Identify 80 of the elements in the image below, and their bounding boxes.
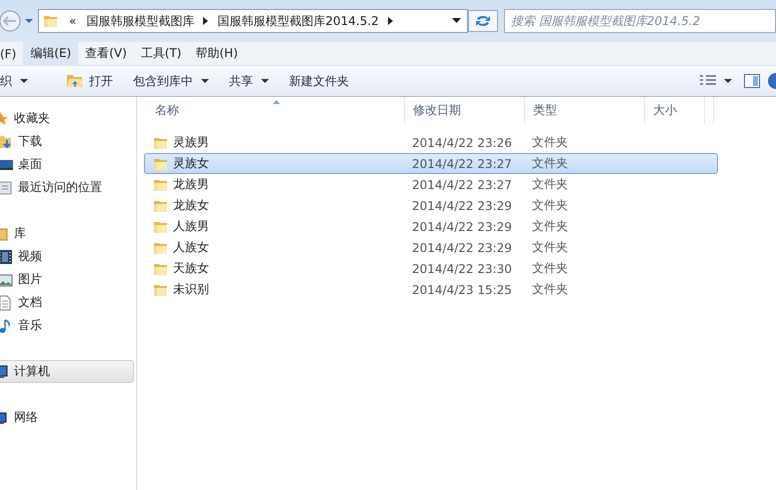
toolbar-button[interactable]: 织 [0,68,38,94]
file-row[interactable]: 龙族男 2014/4/22 23:27 文件夹 [144,174,718,195]
file-name[interactable]: 灵族女 [173,155,209,172]
column-header[interactable]: 修改日期 [405,97,525,124]
table-cell-text: 文件夹 [531,155,569,172]
column-header[interactable]: 类型 [525,97,645,124]
table-cell-text: 文件夹 [531,134,569,151]
table-cell-text: 文件夹 [531,218,569,235]
file-row[interactable]: 灵族女 2014/4/22 23:27 文件夹 [144,153,718,174]
recent-places-icon [0,180,13,196]
column-header[interactable]: 名称 [147,97,405,124]
breadcrumb[interactable]: 国服韩服模型截图库2014.5.2 [217,12,379,30]
sidebar-item[interactable]: 音乐 [18,317,42,334]
file-name[interactable]: 人族女 [173,239,209,256]
search-field[interactable]: 搜索 国服韩服模型截图库2014.5.2 [504,9,776,33]
address-bar[interactable]: « 国服韩服模型截图库 国服韩服模型截图库2014.5.2 [38,9,468,33]
refresh-icon[interactable] [468,10,498,32]
sidebar-item[interactable]: 网络 [14,409,38,426]
folder-icon [66,73,84,89]
file-name[interactable]: 人族男 [173,218,209,235]
table-cell-text: 2014/4/22 23:27 [411,178,513,192]
file-name[interactable]: 龙族女 [173,197,209,214]
breadcrumb-overflow[interactable]: « [69,14,76,28]
breadcrumb-arrow-icon[interactable] [202,17,210,25]
table-cell-text: 2014/4/22 23:29 [411,240,513,254]
file-name[interactable]: 龙族男 [173,176,209,193]
menu-item[interactable]: (F) [0,42,24,65]
file-row[interactable]: 未识别 2014/4/23 15:25 文件夹 [144,279,718,300]
breadcrumb[interactable]: 国服韩服模型截图库 [86,12,194,30]
caret-icon [724,78,732,84]
table-cell-text: 文件夹 [531,239,569,256]
sidebar-item[interactable]: 收藏夹 [14,110,50,127]
preview-pane-icon [744,73,760,89]
table-cell-text: 2014/4/22 23:27 [411,156,513,170]
table-cell-text: 2014/4/22 23:26 [411,136,513,150]
file-name[interactable]: 灵族男 [173,134,209,151]
caret-icon [20,78,28,84]
menu-item[interactable]: 工具(T) [134,42,188,65]
file-name[interactable]: 未识别 [173,281,209,298]
table-cell-text: 文件夹 [531,281,569,298]
download-folder-icon [0,134,13,150]
file-row[interactable]: 天族女 2014/4/22 23:30 文件夹 [144,258,718,279]
file-row[interactable]: 人族男 2014/4/22 23:29 文件夹 [144,216,718,237]
dropdown-icon[interactable] [452,18,461,24]
sidebar-item[interactable]: 视频 [18,248,42,265]
sidebar-item[interactable]: 下载 [18,133,42,150]
table-cell-text: 2014/4/23 15:25 [411,282,513,296]
back-forward-icon[interactable] [0,10,34,32]
sidebar-item[interactable]: 计算机 [0,360,134,383]
picture-icon [0,272,13,288]
music-note-icon [0,318,13,334]
view-list-icon [700,75,716,87]
table-cell-text: 2014/4/22 23:29 [411,220,513,234]
menu-item[interactable]: 帮助(H) [188,42,245,65]
sidebar-item[interactable]: 库 [14,225,26,242]
file-row[interactable]: 灵族男 2014/4/22 23:26 文件夹 [144,132,718,153]
menu-item[interactable]: 编辑(E) [23,42,78,65]
sort-arrow-icon [273,100,280,104]
column-header[interactable]: 大小 [645,97,705,124]
table-cell-text: 2014/4/22 23:30 [411,262,513,276]
table-cell-text: 文件夹 [531,260,569,277]
file-row[interactable]: 人族女 2014/4/22 23:29 文件夹 [144,237,718,258]
toolbar-button[interactable]: 共享 [219,68,279,94]
sidebar-item[interactable]: 桌面 [18,156,42,173]
toolbar-button[interactable]: 新建文件夹 [279,68,359,94]
table-cell-text: 文件夹 [531,176,569,193]
sidebar-item[interactable]: 最近访问的位置 [18,179,102,196]
menu-item[interactable]: 查看(V) [78,42,134,65]
sidebar-item[interactable]: 图片 [18,271,42,288]
table-cell-text: 2014/4/22 23:29 [411,198,513,212]
toolbar-button[interactable]: 打开 [56,68,123,94]
sidebar-item[interactable]: 文档 [18,294,42,311]
caret-icon [201,78,209,84]
folder-icon [43,13,59,29]
table-cell-text: 文件夹 [531,197,569,214]
file-row[interactable]: 龙族女 2014/4/22 23:29 文件夹 [144,195,718,216]
breadcrumb-arrow-icon[interactable] [386,17,394,25]
toolbar-button[interactable]: 包含到库中 [123,68,219,94]
caret-icon [261,78,269,84]
file-name[interactable]: 天族女 [173,260,209,277]
